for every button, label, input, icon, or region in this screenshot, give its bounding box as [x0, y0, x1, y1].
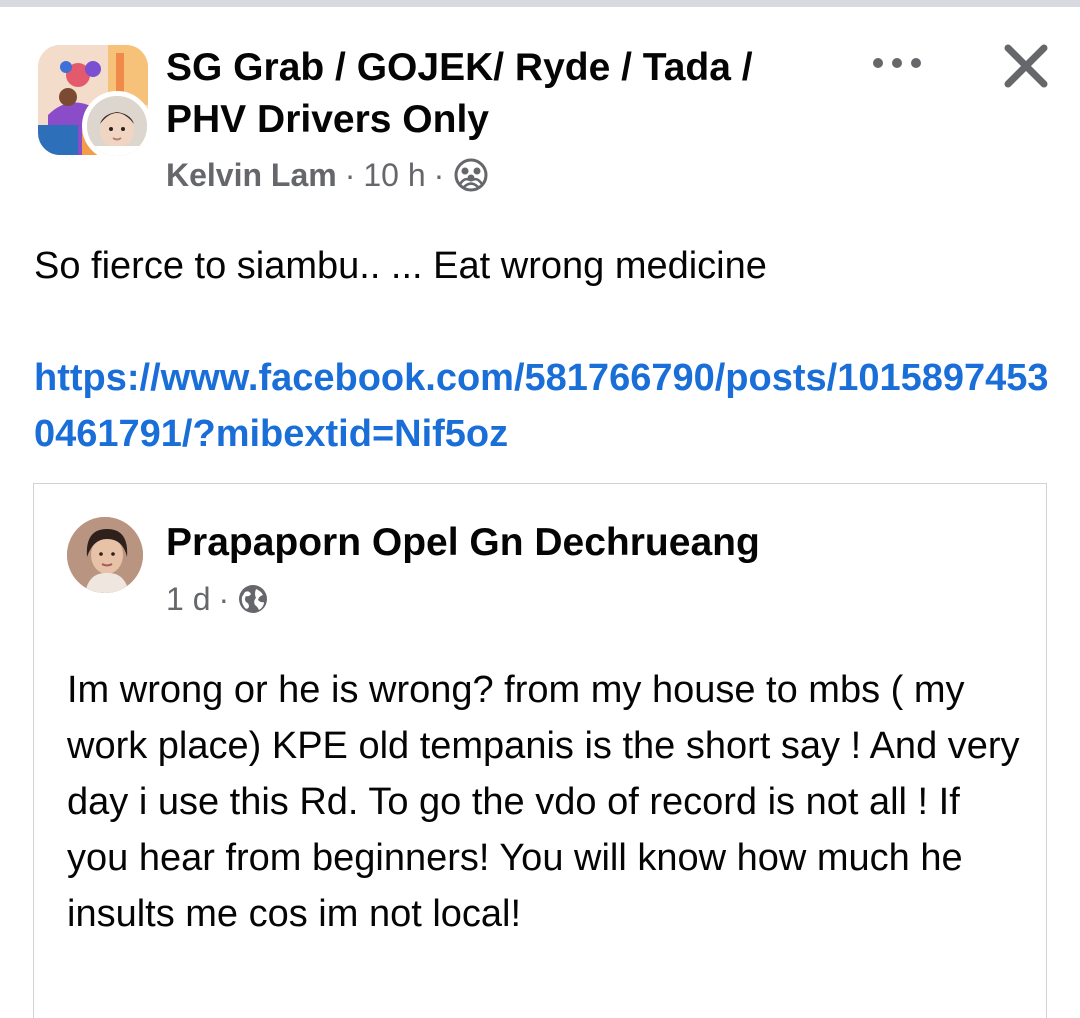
group-members-icon — [454, 158, 488, 192]
meta-separator: · — [218, 580, 230, 617]
author-avatar[interactable] — [82, 91, 152, 161]
meta-separator: · — [344, 156, 356, 193]
post-link[interactable]: https://www.facebook.com/581766790/posts… — [34, 350, 1054, 462]
more-options-icon[interactable] — [868, 48, 926, 78]
top-divider — [0, 0, 1080, 7]
group-name[interactable]: SG Grab / GOJEK/ Ryde / Tada / PHV Drive… — [166, 42, 816, 146]
shared-author-avatar[interactable] — [67, 517, 143, 593]
group-avatar[interactable] — [38, 45, 152, 161]
shared-post-text: Im wrong or he is wrong? from my house t… — [67, 669, 1020, 935]
shared-post-card[interactable]: Prapaporn Opel Gn Dechrueang 1 d · Im wr… — [33, 483, 1047, 1018]
meta-separator: · — [433, 156, 445, 193]
post-text: So fierce to siambu.. ... Eat wrong medi… — [34, 245, 767, 287]
shared-post-time[interactable]: 1 d — [166, 581, 210, 618]
post-time[interactable]: 10 h — [363, 157, 425, 194]
author-name[interactable]: Kelvin Lam — [166, 157, 337, 194]
shared-post-meta: 1 d · — [166, 579, 269, 619]
shared-author-name[interactable]: Prapaporn Opel Gn Dechrueang — [166, 518, 760, 568]
public-globe-icon — [239, 585, 268, 613]
post-meta: Kelvin Lam · 10 h · — [166, 155, 488, 195]
close-icon[interactable] — [998, 38, 1054, 94]
